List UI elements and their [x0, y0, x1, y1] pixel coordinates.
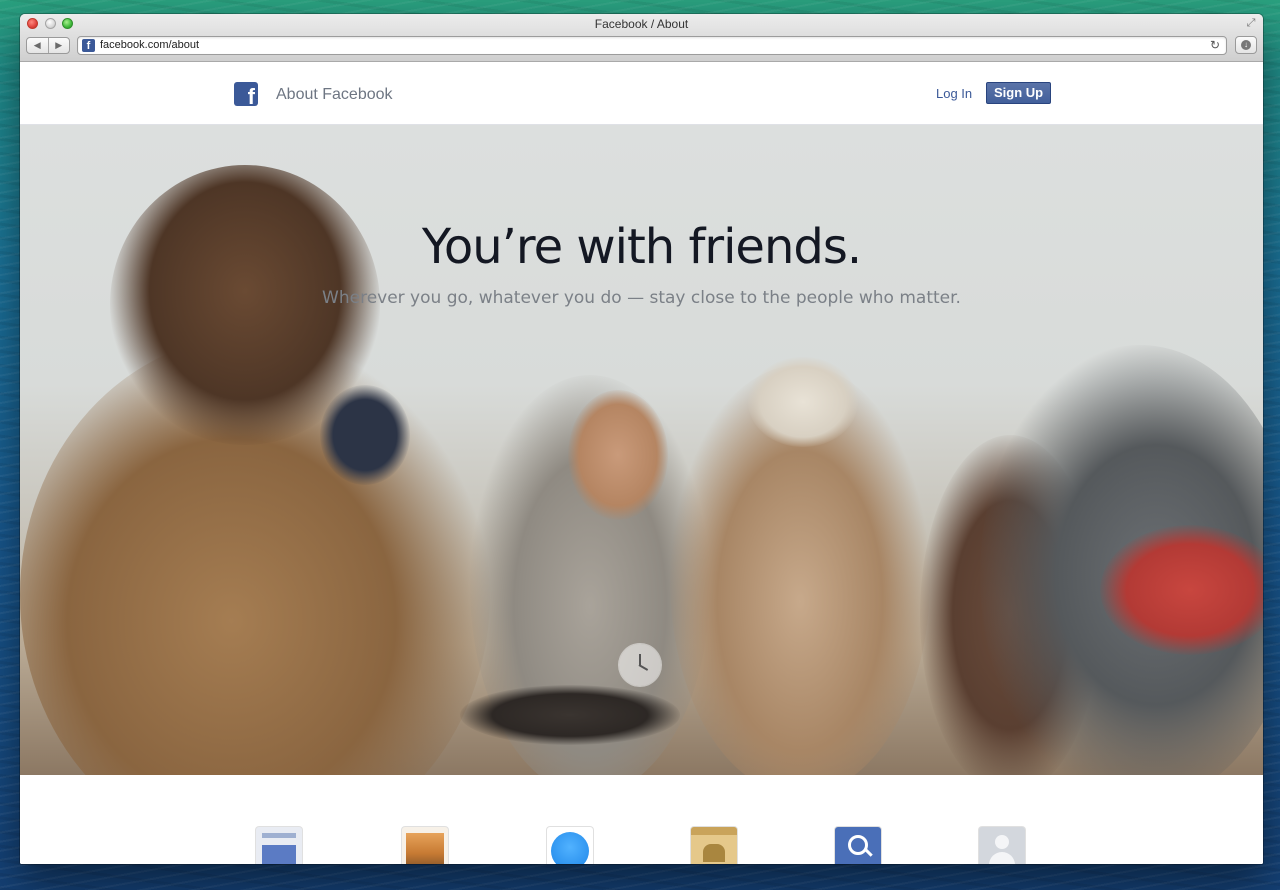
back-button[interactable]: ◀	[27, 38, 48, 53]
hero-photo-face-center	[568, 390, 668, 520]
signup-button[interactable]: Sign Up	[986, 82, 1052, 104]
hero-headline: You’re with friends.	[421, 219, 862, 275]
clock-icon[interactable]	[619, 644, 661, 686]
hero-subtitle: Wherever you go, whatever you do — stay …	[322, 288, 961, 308]
hero-banner: You’re with friends. Wherever you go, wh…	[20, 125, 1263, 775]
newsfeed-icon[interactable]	[256, 827, 302, 864]
download-icon: ↓	[1241, 40, 1251, 50]
hero-photo-beanie-small	[320, 385, 410, 485]
window-title: Facebook / About	[594, 17, 689, 31]
reload-icon[interactable]: ↻	[1210, 38, 1220, 52]
web-page: f About Facebook Log In Sign Up You’re w…	[20, 62, 1263, 864]
feature-icons-row	[20, 775, 1263, 864]
profile-icon[interactable]	[979, 827, 1025, 864]
browser-window: Facebook / About ⤢ ◀ ▶ f facebook.com/ab…	[20, 14, 1263, 864]
messenger-icon[interactable]	[547, 827, 593, 864]
photos-icon[interactable]	[402, 827, 448, 864]
fullscreen-icon[interactable]: ⤢	[1245, 17, 1257, 29]
page-title[interactable]: About Facebook	[276, 86, 393, 104]
address-bar[interactable]: f facebook.com/about ↻	[77, 36, 1227, 55]
login-link[interactable]: Log In	[936, 86, 972, 101]
browser-toolbar: Facebook / About ⤢ ◀ ▶ f facebook.com/ab…	[20, 14, 1263, 62]
facebook-logo-icon[interactable]: f	[234, 82, 258, 106]
search-icon[interactable]	[835, 827, 881, 864]
history-nav: ◀ ▶	[26, 37, 70, 54]
url-text[interactable]: facebook.com/about	[100, 39, 199, 51]
site-header: f About Facebook Log In Sign Up	[20, 62, 1263, 125]
groups-icon[interactable]	[691, 827, 737, 864]
downloads-button[interactable]: ↓	[1235, 36, 1257, 54]
hero-photo-beanie-woman	[748, 357, 858, 447]
hero-photo-guitar	[460, 685, 680, 745]
site-favicon-icon: f	[82, 39, 95, 52]
forward-button[interactable]: ▶	[47, 38, 70, 53]
logo-letter: f	[247, 84, 255, 106]
